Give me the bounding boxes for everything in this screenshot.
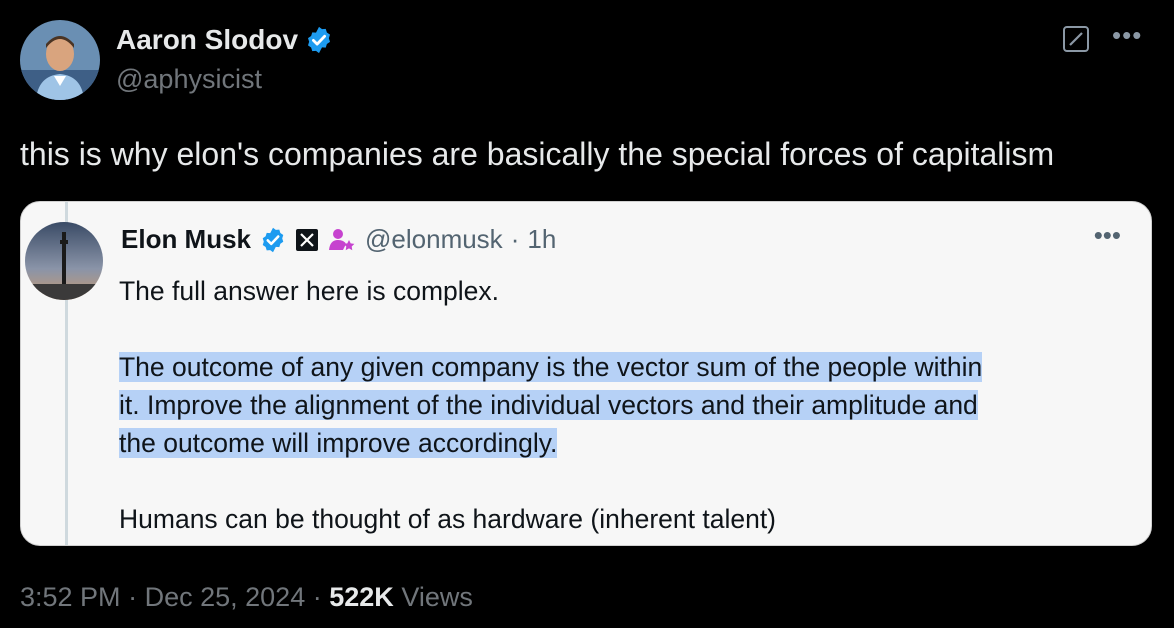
verified-badge-icon	[308, 26, 331, 54]
quoted-tweet-card[interactable]: Elon Musk @elonmusk · 1h ••• The full an…	[20, 201, 1152, 546]
quoted-author-handle[interactable]: @elonmusk	[365, 224, 503, 255]
tweet-author-name[interactable]: Aaron Slodov	[116, 24, 298, 56]
verified-badge-icon	[262, 227, 284, 252]
quoted-tweet-header: Elon Musk @elonmusk · 1h	[121, 224, 556, 255]
x-logo-icon	[296, 228, 319, 251]
highlighted-line: the outcome will improve accordingly.	[119, 428, 558, 458]
highlighted-line: The outcome of any given company is the …	[119, 352, 983, 382]
quoted-text-line: Humans can be thought of as hardware (in…	[119, 504, 777, 534]
tweet-date[interactable]: Dec 25, 2024	[145, 582, 306, 612]
more-icon[interactable]: •••	[1094, 220, 1121, 251]
quoted-author-name[interactable]: Elon Musk	[121, 224, 251, 255]
quoted-tweet-body: The full answer here is complex. The out…	[119, 272, 1119, 538]
tweet-time[interactable]: 3:52 PM	[20, 582, 121, 612]
quoted-text-highlighted: The outcome of any given company is the …	[119, 348, 1119, 462]
highlighted-line: it. Improve the alignment of the individ…	[119, 390, 978, 420]
views-count[interactable]: 522K	[329, 582, 394, 612]
edit-icon[interactable]	[1062, 25, 1090, 53]
quoted-tweet-time[interactable]: 1h	[527, 224, 556, 255]
separator-dot: ·	[510, 224, 520, 254]
quoted-author-avatar[interactable]	[25, 222, 103, 300]
quoted-text-line: The full answer here is complex.	[119, 276, 499, 306]
affiliate-icon	[329, 228, 355, 250]
views-label: Views	[401, 582, 473, 612]
separator-dot: ·	[128, 582, 138, 612]
tweet-meta: 3:52 PM · Dec 25, 2024 · 522K Views	[20, 582, 473, 613]
tweet-author-avatar[interactable]	[20, 20, 100, 100]
separator-dot: ·	[312, 582, 322, 612]
tweet-author-name-row[interactable]: Aaron Slodov	[116, 24, 334, 56]
tweet-text: this is why elon's companies are basical…	[20, 136, 1055, 172]
tweet-author-handle[interactable]: @aphysicist	[116, 64, 262, 95]
more-icon[interactable]: •••	[1112, 20, 1142, 51]
